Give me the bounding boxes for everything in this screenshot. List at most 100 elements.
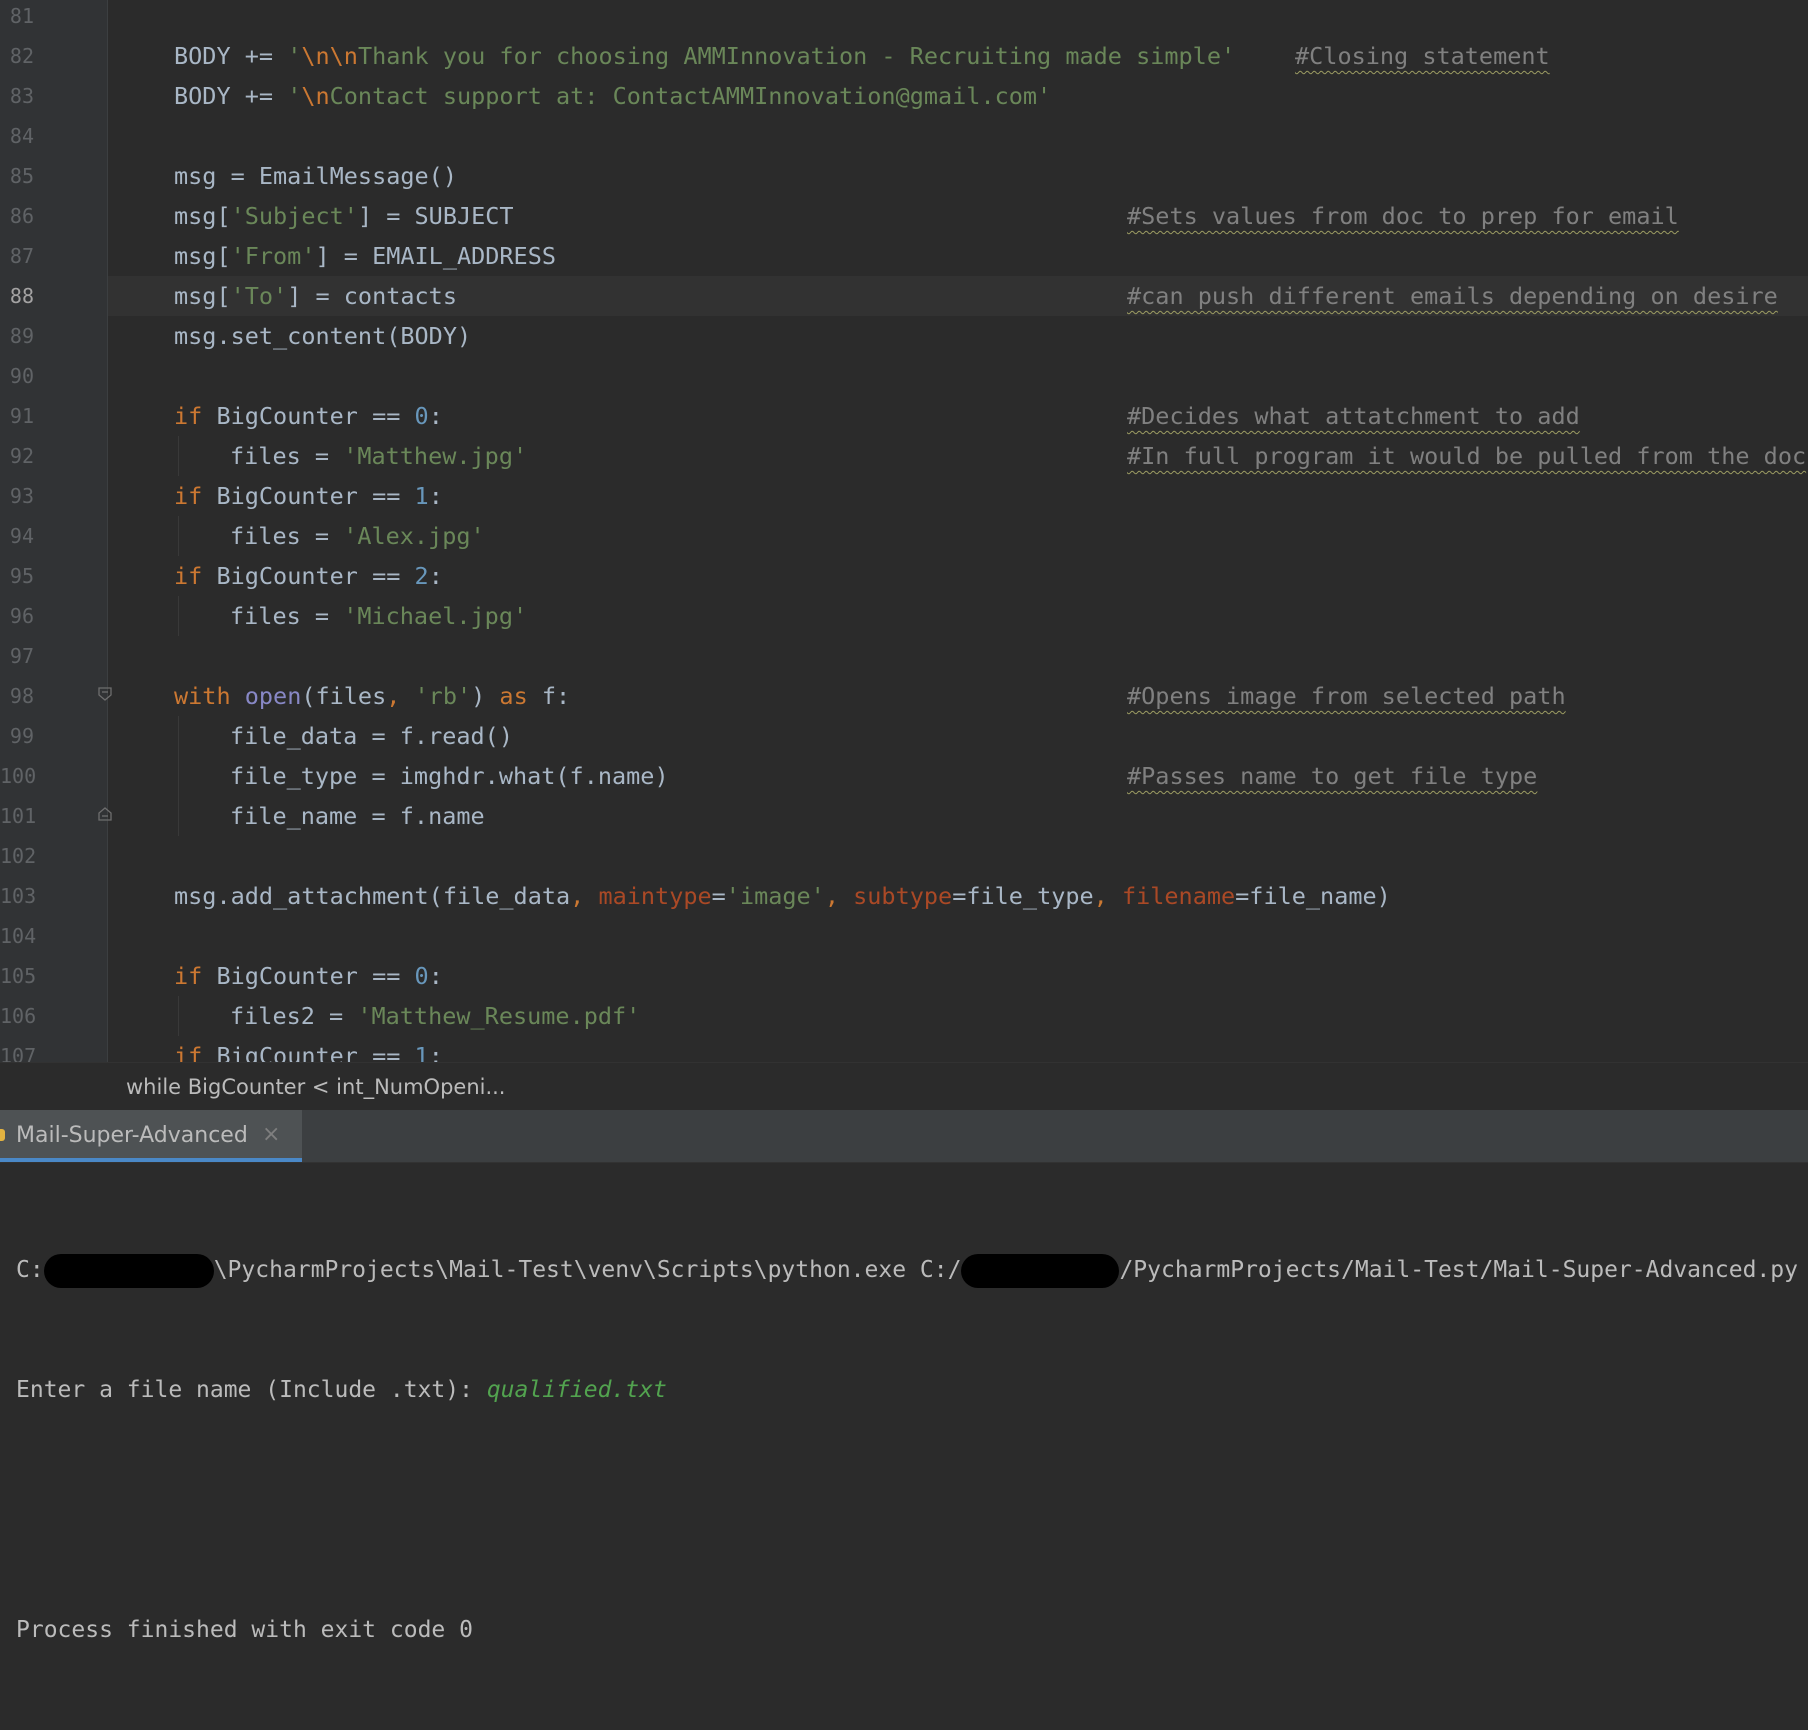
- code-line[interactable]: if BigCounter == 0:: [108, 956, 1808, 996]
- line-number[interactable]: 92: [0, 436, 34, 476]
- code-line[interactable]: if BigCounter == 2:: [108, 556, 1808, 596]
- line-number[interactable]: 89: [0, 316, 34, 356]
- code-line[interactable]: msg['From'] = EMAIL_ADDRESS: [108, 236, 1808, 276]
- code-token: ] = contacts: [287, 282, 457, 310]
- line-number[interactable]: 95: [0, 556, 34, 596]
- line-number[interactable]: 87: [0, 236, 34, 276]
- code-token: files =: [230, 442, 344, 470]
- code-token: :: [428, 562, 443, 590]
- code-line[interactable]: files = 'Alex.jpg': [108, 516, 1808, 556]
- console-script-path[interactable]: /PycharmProjects/Mail-Test/Mail-Super-Ad…: [1119, 1257, 1798, 1283]
- line-number[interactable]: 93: [0, 476, 34, 516]
- indent-guide: [178, 716, 179, 836]
- code-comment: #Sets values from doc to prep for email: [1127, 202, 1679, 230]
- code-line[interactable]: msg.set_content(BODY): [108, 316, 1808, 356]
- line-number[interactable]: 103: [0, 876, 36, 916]
- code-text: if BigCounter == 1:: [174, 1036, 443, 1062]
- code-line[interactable]: if BigCounter == 1:: [108, 476, 1808, 516]
- indent-guide: [178, 996, 179, 1036]
- line-number[interactable]: 86: [0, 196, 34, 236]
- run-tab[interactable]: Mail-Super-Advanced ×: [0, 1110, 302, 1162]
- code-comment: #In full program it would be pulled from…: [1127, 442, 1807, 470]
- code-line[interactable]: file_data = f.read(): [108, 716, 1808, 756]
- code-text: msg['To'] = contacts: [174, 276, 457, 316]
- code-token: ,: [1093, 882, 1122, 910]
- code-token: open: [244, 682, 302, 710]
- code-text: msg.set_content(BODY): [174, 316, 471, 356]
- fold-collapse-icon[interactable]: [98, 687, 112, 701]
- fold-end-icon[interactable]: [98, 807, 112, 821]
- code-line[interactable]: with open(files, 'rb') as f: #Opens image…: [108, 676, 1808, 716]
- line-number[interactable]: 83: [0, 76, 34, 116]
- code-line[interactable]: if BigCounter == 0: #Decides what attatch…: [108, 396, 1808, 436]
- code-token: file_data = f.read(): [230, 722, 513, 750]
- code-token: file_name = f.name: [230, 802, 485, 830]
- code-line[interactable]: [108, 836, 1808, 876]
- code-line[interactable]: msg.add_attachment(file_data, maintype='…: [108, 876, 1808, 916]
- line-number[interactable]: 104: [0, 916, 36, 956]
- line-number[interactable]: 85: [0, 156, 34, 196]
- code-line[interactable]: msg['Subject'] = SUBJECT #Sets values fro…: [108, 196, 1808, 236]
- code-token: \n\n: [301, 42, 358, 70]
- line-number[interactable]: 101: [0, 796, 36, 836]
- code-line[interactable]: file_name = f.name: [108, 796, 1808, 836]
- code-line[interactable]: [108, 916, 1808, 956]
- line-number-gutter[interactable]: 81 82 83 84 85 86 87 88 89 90 91 92 93 94 95 96 97 98 99 10…: [0, 0, 108, 1062]
- code-line[interactable]: [108, 356, 1808, 396]
- code-line[interactable]: files = 'Michael.jpg': [108, 596, 1808, 636]
- line-number[interactable]: 98: [0, 676, 34, 716]
- code-editor[interactable]: 81 82 83 84 85 86 87 88 89 90 91 92 93 94 95 96 97 98 99 10…: [0, 0, 1808, 1062]
- code-token: files =: [230, 602, 344, 630]
- code-text: if BigCounter == 0:: [174, 396, 443, 436]
- code-line[interactable]: BODY += '\nContact support at: ContactAM…: [108, 76, 1808, 116]
- run-tab-bar: Mail-Super-Advanced ×: [0, 1110, 1808, 1163]
- code-token: msg[: [174, 242, 231, 270]
- code-line[interactable]: msg = EmailMessage(): [108, 156, 1808, 196]
- code-line[interactable]: BODY += '\n\nThank you for choosing AMMI…: [108, 36, 1808, 76]
- code-text: BODY += '\n\nThank you for choosing AMMI…: [174, 36, 1235, 76]
- code-line[interactable]: if BigCounter == 1:: [108, 1036, 1808, 1062]
- code-token: 'image': [725, 882, 825, 910]
- code-comment: #Closing statement: [1295, 42, 1550, 70]
- code-token: 'Matthew.jpg': [343, 442, 528, 470]
- indent-guide: [178, 436, 179, 476]
- line-number[interactable]: 99: [0, 716, 34, 756]
- line-number[interactable]: 97: [0, 636, 34, 676]
- breadcrumb-text[interactable]: while BigCounter < int_NumOpeni...: [126, 1075, 506, 1099]
- run-tab-label: Mail-Super-Advanced: [16, 1123, 248, 1148]
- code-token: =: [711, 882, 726, 910]
- breadcrumb[interactable]: while BigCounter < int_NumOpeni...: [0, 1062, 1808, 1111]
- code-token: 0: [414, 962, 429, 990]
- line-number[interactable]: 91: [0, 396, 34, 436]
- code-token: BigCounter ==: [216, 962, 415, 990]
- line-number[interactable]: 107: [0, 1036, 36, 1062]
- line-number[interactable]: 81: [0, 0, 34, 36]
- line-number[interactable]: 84: [0, 116, 34, 156]
- code-text: files = 'Michael.jpg': [230, 596, 527, 636]
- code-token: if: [174, 402, 217, 430]
- code-line[interactable]: [108, 636, 1808, 676]
- line-number[interactable]: 82: [0, 36, 34, 76]
- console-output[interactable]: C: \PycharmProjects\Mail-Test\venv\Script…: [16, 1170, 1808, 1730]
- code-line[interactable]: file_type = imghdr.what(f.name) #Passes n…: [108, 756, 1808, 796]
- line-number[interactable]: 100: [0, 756, 36, 796]
- line-number[interactable]: 88: [0, 276, 34, 316]
- line-number[interactable]: 102: [0, 836, 36, 876]
- run-config-icon: [0, 1129, 5, 1141]
- code-text: file_name = f.name: [230, 796, 485, 836]
- line-number[interactable]: 105: [0, 956, 36, 996]
- line-number[interactable]: 90: [0, 356, 34, 396]
- line-number[interactable]: 94: [0, 516, 34, 556]
- code-token: 'Alex.jpg': [343, 522, 485, 550]
- close-icon[interactable]: ×: [262, 1122, 280, 1147]
- code-line[interactable]: [108, 116, 1808, 156]
- code-line[interactable]: files = 'Matthew.jpg' #In full program it…: [108, 436, 1808, 476]
- code-line[interactable]: msg['To'] = contacts #can push different …: [108, 276, 1808, 316]
- line-number[interactable]: 96: [0, 596, 34, 636]
- code-token: BigCounter ==: [216, 402, 415, 430]
- code-line[interactable]: [108, 0, 1808, 36]
- redacted-username: [961, 1253, 1120, 1288]
- line-number[interactable]: 106: [0, 996, 36, 1036]
- code-line[interactable]: files2 = 'Matthew_Resume.pdf': [108, 996, 1808, 1036]
